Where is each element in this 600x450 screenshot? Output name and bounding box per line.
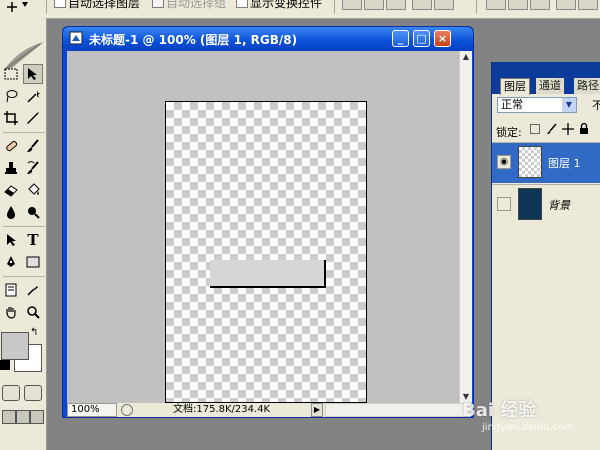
brush-tool-icon[interactable] [23, 136, 43, 156]
lock-position-icon[interactable] [562, 123, 574, 135]
document-window: 未标题-1 @ 100% (图层 1, RGB/8) _ □ × ▲ ▼ 100… [62, 26, 474, 418]
layer-thumbnail [518, 146, 542, 178]
align-top-button[interactable] [342, 0, 362, 10]
auto-select-group-checkbox[interactable] [152, 0, 164, 8]
align-left-button[interactable] [412, 0, 432, 10]
layer-row-background[interactable]: 背景 [492, 184, 600, 225]
layers-panel: 图层 通道 路径 正常 ▼ 不 锁定: ◉ 图层 1 背景 [491, 62, 600, 450]
lock-pixels-icon[interactable] [546, 123, 558, 135]
distribute-top-button[interactable] [486, 0, 506, 10]
status-menu-arrow-icon[interactable]: ▶ [311, 403, 323, 417]
blur-tool-icon[interactable] [1, 202, 21, 222]
marquee-tool-icon[interactable] [1, 64, 21, 84]
eraser-tool-icon[interactable] [1, 180, 21, 200]
auto-select-group-label: 自动选择组 [166, 0, 227, 10]
tool-separator [3, 226, 45, 227]
status-info-icon[interactable] [121, 404, 133, 416]
panel-header[interactable] [492, 62, 600, 76]
align-bottom-button[interactable] [386, 0, 406, 10]
layer-row-1[interactable]: ◉ 图层 1 [492, 142, 600, 183]
rectangle-tool-icon[interactable] [23, 252, 43, 272]
canvas-area[interactable] [67, 51, 459, 403]
crop-tool-icon[interactable] [1, 108, 21, 128]
layer-name: 背景 [548, 199, 570, 212]
magic-wand-icon[interactable] [23, 86, 43, 106]
document-canvas[interactable] [165, 101, 367, 403]
lock-label: 锁定: [496, 126, 522, 139]
move-tool-icon[interactable] [2, 0, 42, 14]
zoom-level-field[interactable]: 100% [67, 403, 117, 417]
tab-channels[interactable]: 通道 [536, 78, 564, 94]
pen-tool-icon[interactable] [1, 252, 21, 272]
screen-mode-full-icon[interactable] [16, 410, 30, 424]
chevron-down-icon[interactable]: ▼ [562, 98, 576, 112]
layer-name: 图层 1 [548, 157, 581, 170]
document-size-info: 文档:175.8K/234.4K [173, 404, 271, 415]
eye-icon[interactable]: ◉ [497, 155, 511, 169]
blend-mode-value: 正常 [501, 98, 523, 111]
show-transform-label: 显示变换控件 [250, 0, 323, 10]
visibility-toggle-empty[interactable] [497, 197, 511, 211]
distribute-bottom-button[interactable] [530, 0, 550, 10]
auto-select-layer-checkbox[interactable] [54, 0, 66, 8]
opacity-label: 不 [592, 99, 600, 112]
lock-all-icon[interactable] [578, 123, 590, 135]
standard-mode-button[interactable] [2, 385, 20, 401]
distribute-right-button[interactable] [578, 0, 598, 10]
status-bar: 100% 文档:175.8K/234.4K ▶ [67, 403, 471, 417]
lasso-tool-icon[interactable] [1, 86, 21, 106]
screen-mode-fullscreen-icon[interactable] [30, 410, 44, 424]
notes-tool-icon[interactable] [1, 280, 21, 300]
zoom-tool-icon[interactable] [23, 302, 43, 322]
panel-tabs: 图层 通道 路径 [492, 76, 600, 95]
move-tool-button[interactable] [23, 64, 43, 84]
lock-transparency-icon[interactable] [530, 124, 540, 134]
options-bar: 自动选择图层 自动选择组 显示变换控件 [0, 0, 600, 19]
clone-stamp-icon[interactable] [1, 158, 21, 178]
align-middle-button[interactable] [364, 0, 384, 10]
vertical-scrollbar[interactable]: ▲ ▼ [459, 51, 472, 403]
eyedropper-tool-icon[interactable] [23, 280, 43, 300]
tab-paths[interactable]: 路径 [574, 78, 600, 94]
tab-layers[interactable]: 图层 [500, 78, 530, 95]
paint-bucket-icon[interactable] [23, 180, 43, 200]
screen-mode-standard-icon[interactable] [2, 410, 16, 424]
scroll-up-icon[interactable]: ▲ [460, 51, 472, 63]
auto-select-layer-label: 自动选择图层 [68, 0, 141, 10]
baidu-watermark: Bai 经验 [462, 400, 537, 421]
separator [334, 0, 335, 14]
distribute-middle-button[interactable] [508, 0, 528, 10]
tool-separator [3, 132, 45, 133]
swap-colors-icon[interactable]: ↰ [30, 327, 38, 338]
tool-separator [3, 276, 45, 277]
show-transform-checkbox[interactable] [236, 0, 248, 8]
minimize-button[interactable]: _ [392, 30, 409, 47]
path-selection-icon[interactable] [1, 230, 21, 250]
history-brush-icon[interactable] [23, 158, 43, 178]
healing-brush-icon[interactable] [1, 136, 21, 156]
photoshop-document-icon [69, 31, 83, 45]
layer-thumbnail [518, 188, 542, 220]
separator [46, 0, 47, 14]
foreground-color-swatch[interactable] [1, 332, 29, 360]
close-button[interactable]: × [434, 30, 451, 47]
rectangle-shape[interactable] [210, 260, 326, 288]
separator [476, 0, 477, 14]
horizontal-scrollbar[interactable] [325, 403, 471, 417]
document-titlebar[interactable]: 未标题-1 @ 100% (图层 1, RGB/8) _ □ × [63, 27, 473, 51]
type-tool-icon[interactable]: T [23, 230, 43, 250]
align-center-button[interactable] [434, 0, 454, 10]
document-title: 未标题-1 @ 100% (图层 1, RGB/8) [89, 33, 298, 47]
dodge-tool-icon[interactable] [23, 202, 43, 222]
hand-tool-icon[interactable] [1, 302, 21, 322]
quick-mask-button[interactable] [24, 385, 42, 401]
distribute-left-button[interactable] [556, 0, 576, 10]
default-colors-icon[interactable] [0, 360, 10, 370]
maximize-button[interactable]: □ [413, 30, 430, 47]
slice-tool-icon[interactable] [23, 108, 43, 128]
watermark-url: jingyan.baidu.com [482, 422, 575, 433]
blend-mode-select[interactable]: 正常 ▼ [497, 97, 577, 113]
